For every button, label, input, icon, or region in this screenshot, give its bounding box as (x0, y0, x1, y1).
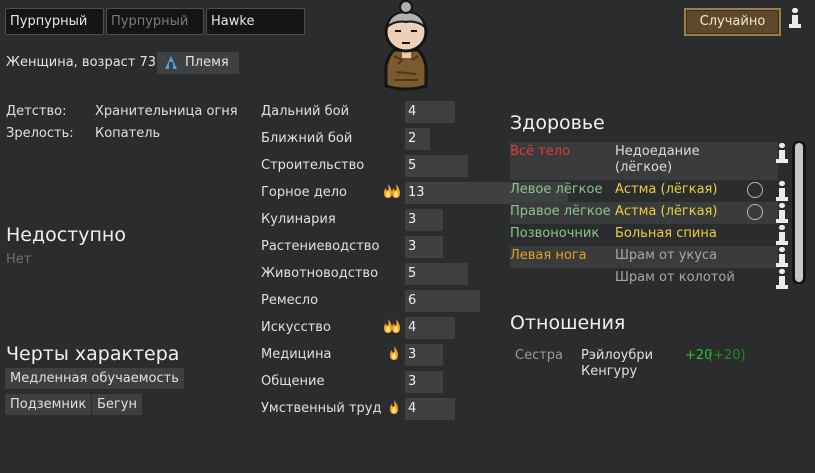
body-part: Всё тело (510, 144, 571, 159)
childhood-value[interactable]: Хранительница огня (95, 104, 238, 119)
incapable-value: Нет (6, 252, 32, 267)
first-name-field[interactable] (5, 8, 104, 35)
health-condition: Астма (лёгкая) (615, 204, 718, 219)
skill-name: Искусство (261, 320, 331, 335)
info-icon[interactable] (776, 225, 788, 245)
adulthood-value[interactable]: Копатель (95, 126, 160, 141)
skill-level: 5 (408, 266, 417, 281)
faction-label: Племя (185, 55, 229, 70)
pawn-summary: Женщина, возраст 73 (6, 55, 157, 70)
skill-level: 6 (408, 293, 417, 308)
trait-chip[interactable]: Бегун (92, 394, 142, 415)
skill-level: 5 (408, 158, 417, 173)
skill-name: Горное дело (261, 185, 347, 200)
nickname-field[interactable] (106, 8, 204, 35)
health-condition: Астма (лёгкая) (615, 182, 718, 197)
info-icon[interactable] (776, 269, 788, 289)
health-condition: Шрам от укуса (615, 248, 718, 263)
health-row[interactable]: Правое лёгкое Астма (лёгкая) (510, 202, 778, 224)
skill-level: 4 (408, 320, 417, 335)
health-row[interactable]: Позвоночник Больная спина (510, 224, 778, 246)
health-condition: Недоедание (лёгкое) (615, 144, 700, 175)
info-icon[interactable] (776, 143, 788, 163)
childhood-label: Детство: (6, 104, 67, 119)
skill-name: Общение (261, 374, 325, 389)
relation-type: Сестра (515, 348, 564, 363)
passion-flame-icon (391, 319, 401, 337)
health-row[interactable]: Всё тело Недоедание (лёгкое) (510, 142, 778, 180)
relation-opinion-base: (+20) (708, 348, 746, 363)
skill-name: Строительство (261, 158, 365, 173)
passion-flame-icon (389, 400, 399, 418)
traits-title: Черты характера (6, 343, 180, 365)
faction-button[interactable]: Племя (157, 52, 239, 74)
health-scrollbar-thumb[interactable] (795, 143, 803, 282)
adulthood-label: Зрелость: (6, 126, 74, 141)
body-part: Левая нога (510, 248, 587, 263)
last-name-field[interactable] (206, 8, 305, 35)
health-row[interactable]: Шрам от колотой (510, 268, 778, 286)
health-row[interactable]: Левая нога Шрам от укуса (510, 246, 778, 268)
health-condition: Шрам от колотой (615, 270, 735, 285)
info-icon[interactable] (776, 247, 788, 267)
skill-name: Кулинария (261, 212, 336, 227)
skill-level: 3 (408, 374, 417, 389)
skill-name: Растениеводство (261, 239, 380, 254)
randomize-button[interactable]: Случайно (684, 8, 781, 36)
relations-title: Отношения (510, 312, 626, 334)
skill-level: 2 (408, 131, 417, 146)
condition-status-icon (747, 204, 763, 220)
skill-name: Умственный труд (261, 401, 382, 416)
relation-name[interactable]: Рэйлоубри Кенгуру (581, 348, 681, 380)
passion-flame-icon (391, 184, 401, 202)
skill-name: Дальний бой (261, 104, 350, 119)
trait-chip[interactable]: Медленная обучаемость (5, 368, 184, 389)
health-row[interactable]: Левое лёгкое Астма (лёгкая) (510, 180, 778, 202)
pawn-portrait (372, 0, 440, 92)
trait-chip[interactable]: Подземник (5, 394, 92, 415)
skill-name: Ремесло (261, 293, 319, 308)
skill-level: 13 (408, 185, 425, 200)
info-icon[interactable] (776, 181, 788, 201)
skill-level: 3 (408, 239, 417, 254)
skill-name: Медицина (261, 347, 332, 362)
skill-level: 3 (408, 212, 417, 227)
skill-level: 4 (408, 104, 417, 119)
passion-flame-icon (389, 346, 399, 364)
skill-level: 4 (408, 401, 417, 416)
info-icon[interactable] (776, 203, 788, 223)
health-title: Здоровье (510, 112, 605, 134)
skill-level: 3 (408, 347, 417, 362)
skill-name: Ближний бой (261, 131, 353, 146)
body-part: Левое лёгкое (510, 182, 603, 197)
body-part: Правое лёгкое (510, 204, 611, 219)
incapable-title: Недоступно (6, 224, 126, 246)
info-icon[interactable] (789, 8, 801, 28)
body-part: Позвоночник (510, 226, 600, 241)
condition-status-icon (747, 182, 763, 198)
skill-name: Животноводство (261, 266, 379, 281)
health-condition: Больная спина (615, 226, 717, 241)
